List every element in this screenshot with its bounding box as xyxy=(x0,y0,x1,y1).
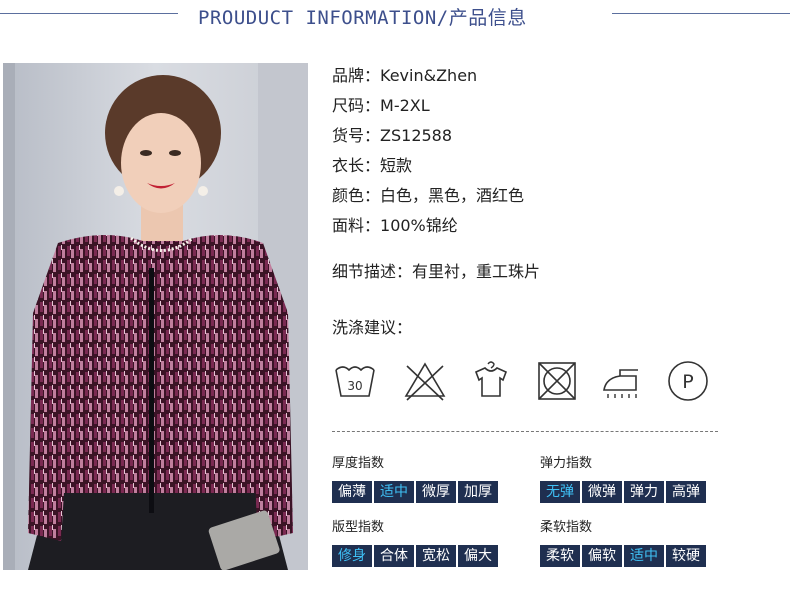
fit-option-selected: 修身 xyxy=(332,545,372,567)
softness-index: 柔软指数 柔软 偏软 适中 较硬 xyxy=(540,520,708,567)
detail-value: 有里衬，重工珠片 xyxy=(412,262,541,281)
info-label: 衣长： xyxy=(332,156,381,175)
elasticity-index: 弹力指数 无弹 微弹 弹力 高弹 xyxy=(540,456,708,503)
thickness-option: 偏薄 xyxy=(332,481,372,503)
softness-index-label: 柔软指数 xyxy=(540,520,593,535)
thickness-index: 厚度指数 偏薄 适中 微厚 加厚 xyxy=(332,456,500,503)
softness-option: 较硬 xyxy=(666,545,706,567)
info-label: 货号： xyxy=(332,126,381,145)
elasticity-option: 高弹 xyxy=(666,481,706,503)
fit-option: 偏大 xyxy=(458,545,498,567)
dry-clean-p-icon: P xyxy=(668,361,708,401)
softness-option: 柔软 xyxy=(540,545,580,567)
thickness-option: 微厚 xyxy=(416,481,456,503)
info-row-fabric: 面料：100%锦纶 xyxy=(332,214,524,244)
fit-index-label: 版型指数 xyxy=(332,520,385,535)
info-label: 面料： xyxy=(332,216,381,235)
thickness-option-selected: 适中 xyxy=(374,481,414,503)
dry-clean-letter: P xyxy=(682,371,693,393)
info-row-brand: 品牌：Kevin&Zhen xyxy=(332,64,524,94)
info-value: 100%锦纶 xyxy=(380,216,458,235)
info-value: 白色，黑色，酒红色 xyxy=(380,186,525,205)
section-header: PROUDUCT INFORMATION/产品信息 xyxy=(0,0,790,34)
header-divider-left xyxy=(0,13,178,14)
detail-label: 细节描述： xyxy=(332,262,413,281)
product-info: 品牌：Kevin&Zhen 尺码：M-2XL 货号：ZS12588 衣长：短款 … xyxy=(332,64,524,244)
fit-option: 宽松 xyxy=(416,545,456,567)
product-photo xyxy=(3,63,308,570)
info-label: 尺码： xyxy=(332,96,381,115)
softness-option: 偏软 xyxy=(582,545,622,567)
softness-option-selected: 适中 xyxy=(624,545,664,567)
info-label: 品牌： xyxy=(332,66,381,85)
elasticity-option: 弹力 xyxy=(624,481,664,503)
elasticity-option-selected: 无弹 xyxy=(540,481,580,503)
elasticity-option: 微弹 xyxy=(582,481,622,503)
wash-temp-label: 30 xyxy=(347,379,362,393)
thickness-index-label: 厚度指数 xyxy=(332,456,385,471)
info-row-size: 尺码：M-2XL xyxy=(332,94,524,124)
no-bleach-icon xyxy=(404,362,446,401)
no-tumble-dry-icon xyxy=(538,362,576,400)
iron-icon xyxy=(603,369,638,398)
elasticity-index-label: 弹力指数 xyxy=(540,456,593,471)
header-divider-right xyxy=(612,13,790,14)
info-value: 短款 xyxy=(380,156,413,175)
wash-30-icon: 30 xyxy=(335,366,375,397)
care-icons: 30 P xyxy=(332,358,712,406)
info-row-item-no: 货号：ZS12588 xyxy=(332,124,524,154)
info-row-length: 衣长：短款 xyxy=(332,154,524,184)
info-value: Kevin&Zhen xyxy=(380,66,478,85)
info-row-color: 颜色：白色，黑色，酒红色 xyxy=(332,184,524,214)
thickness-option: 加厚 xyxy=(458,481,498,503)
section-title: PROUDUCT INFORMATION/产品信息 xyxy=(198,7,527,29)
hang-dry-icon xyxy=(474,361,508,397)
detail-description: 细节描述：有里衬，重工珠片 xyxy=(332,261,540,283)
divider xyxy=(332,431,718,432)
fit-index: 版型指数 修身 合体 宽松 偏大 xyxy=(332,520,500,567)
info-value: ZS12588 xyxy=(380,126,453,145)
wash-advice-title: 洗涤建议： xyxy=(332,318,413,337)
fit-option: 合体 xyxy=(374,545,414,567)
info-label: 颜色： xyxy=(332,186,381,205)
info-value: M-2XL xyxy=(380,96,430,115)
